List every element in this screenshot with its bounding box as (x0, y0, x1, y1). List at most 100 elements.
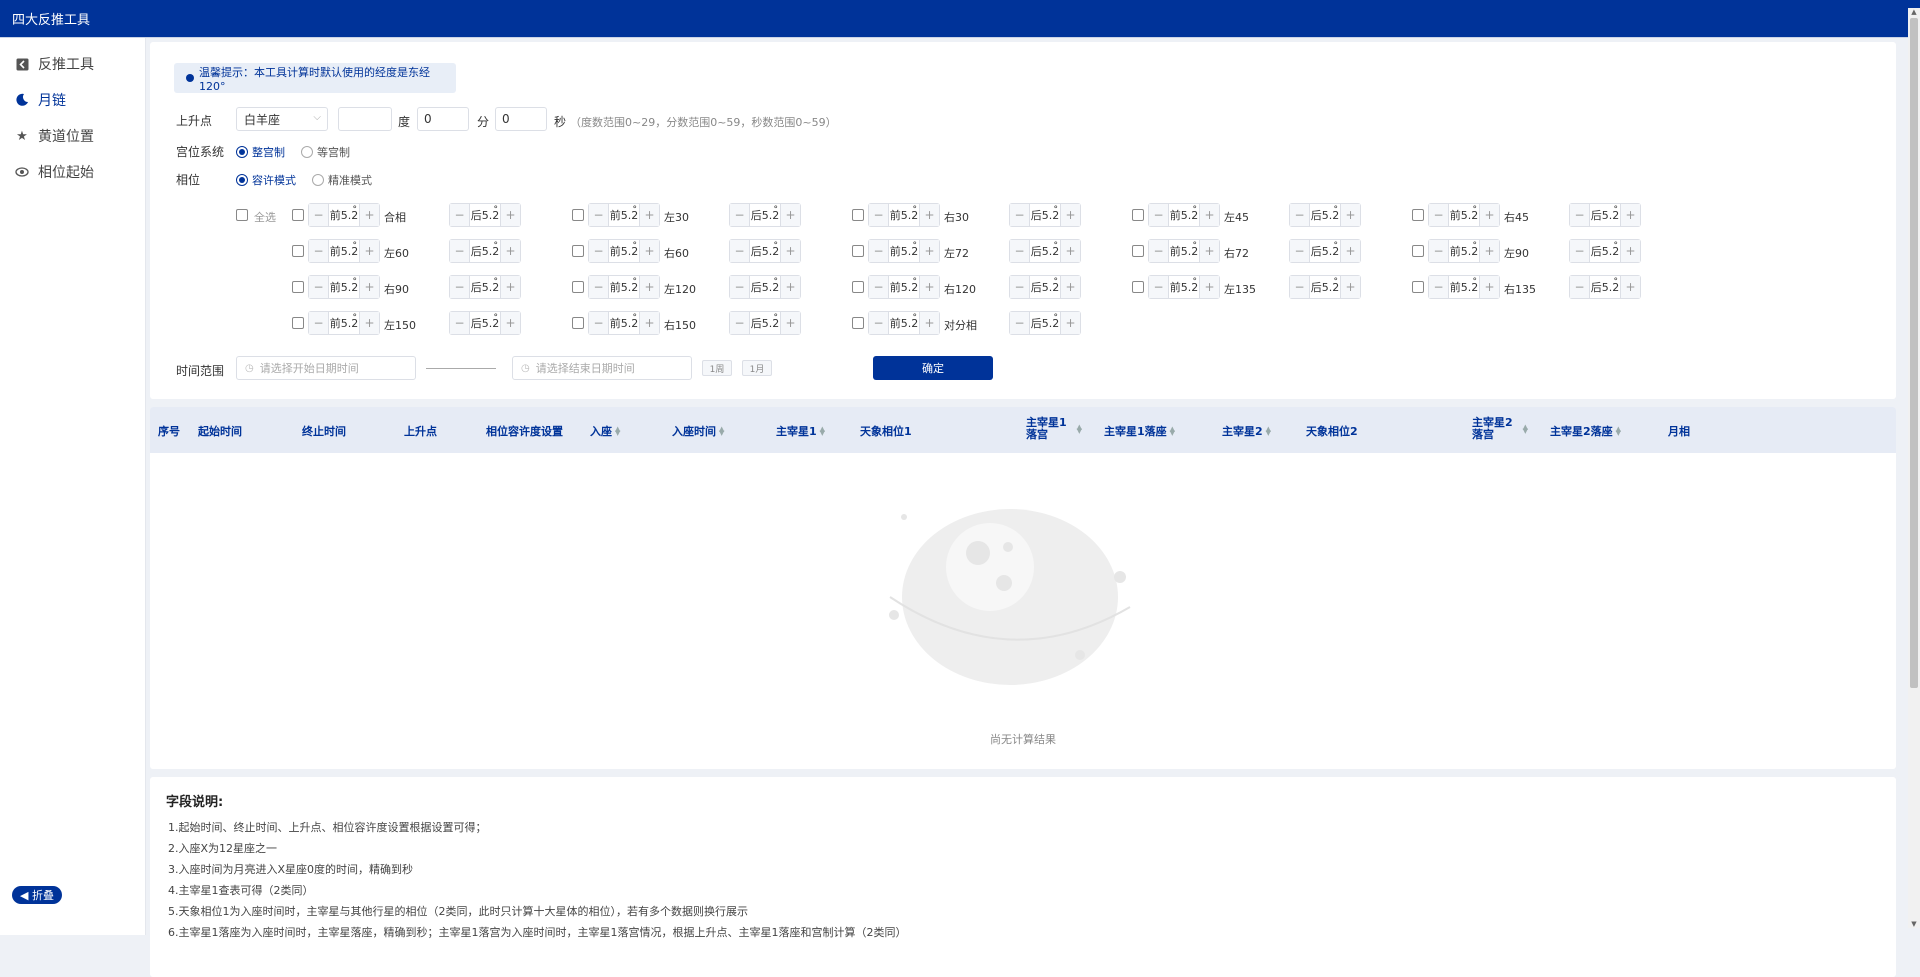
front-orb-stepper[interactable]: − 前5.2 ° + (868, 203, 940, 227)
aspect-checkbox[interactable] (292, 281, 304, 293)
vertical-scrollbar[interactable]: ▲ ▼ (1908, 8, 1920, 928)
minus-icon[interactable]: − (869, 276, 889, 298)
plus-icon[interactable]: + (1199, 240, 1219, 262)
back-orb-stepper[interactable]: − 后5.2 ° + (449, 239, 521, 263)
minus-icon[interactable]: − (1429, 240, 1449, 262)
minus-icon[interactable]: − (589, 240, 609, 262)
minus-icon[interactable]: − (1010, 312, 1030, 334)
minus-icon[interactable]: − (309, 204, 329, 226)
minus-icon[interactable]: − (1010, 204, 1030, 226)
column-header-sortable[interactable]: 主宰星2落座 ▲ ▼ (1550, 423, 1621, 439)
plus-icon[interactable]: + (1340, 240, 1360, 262)
minus-icon[interactable]: − (1570, 204, 1590, 226)
front-orb-stepper[interactable]: − 前5.2 ° + (868, 311, 940, 335)
minus-icon[interactable]: − (450, 240, 470, 262)
plus-icon[interactable]: + (359, 312, 379, 334)
minus-icon[interactable]: − (309, 312, 329, 334)
scroll-down-icon[interactable]: ▼ (1910, 920, 1918, 928)
plus-icon[interactable]: + (639, 276, 659, 298)
aspect-checkbox[interactable] (852, 245, 864, 257)
plus-icon[interactable]: + (1620, 276, 1640, 298)
minus-icon[interactable]: − (869, 312, 889, 334)
minus-icon[interactable]: − (1010, 276, 1030, 298)
second-input[interactable]: 0 (495, 107, 547, 131)
aspect-checkbox[interactable] (1132, 245, 1144, 257)
house-radio-whole[interactable]: 整宫制 (236, 144, 285, 160)
scrollbar-thumb[interactable] (1910, 18, 1918, 688)
column-header[interactable]: 上升点 (404, 423, 437, 439)
front-orb-stepper[interactable]: − 前5.2 ° + (1428, 275, 1500, 299)
front-orb-stepper[interactable]: − 前5.2 ° + (1428, 203, 1500, 227)
back-orb-stepper[interactable]: − 后5.2 ° + (1289, 275, 1361, 299)
column-header-sortable[interactable]: 主宰星2 ▲ ▼ (1222, 423, 1271, 439)
aspect-checkbox[interactable] (1412, 281, 1424, 293)
front-orb-stepper[interactable]: − 前5.2 ° + (308, 203, 380, 227)
front-orb-stepper[interactable]: − 前5.2 ° + (588, 275, 660, 299)
front-orb-stepper[interactable]: − 前5.2 ° + (1428, 239, 1500, 263)
plus-icon[interactable]: + (500, 240, 520, 262)
aspect-radio-tolerance[interactable]: 容许模式 (236, 172, 296, 188)
plus-icon[interactable]: + (780, 276, 800, 298)
plus-icon[interactable]: + (1479, 204, 1499, 226)
aspect-checkbox[interactable] (292, 245, 304, 257)
confirm-button[interactable]: 确定 (873, 356, 993, 380)
front-orb-stepper[interactable]: − 前5.2 ° + (1148, 203, 1220, 227)
column-header[interactable]: 月相 (1668, 423, 1690, 439)
sidebar-item-moon-chain[interactable]: 月链 (0, 82, 145, 118)
minus-icon[interactable]: − (1010, 240, 1030, 262)
collapse-button[interactable]: ◀ 折叠 (12, 886, 62, 904)
minus-icon[interactable]: − (589, 312, 609, 334)
back-orb-stepper[interactable]: − 后5.2 ° + (1009, 311, 1081, 335)
front-orb-stepper[interactable]: − 前5.2 ° + (588, 239, 660, 263)
house-radio-equal[interactable]: 等宫制 (301, 144, 350, 160)
column-header-sortable[interactable]: 入座 ▲ ▼ (590, 423, 620, 439)
column-header[interactable]: 起始时间 (198, 423, 242, 439)
aspect-checkbox[interactable] (852, 281, 864, 293)
aspect-checkbox[interactable] (572, 317, 584, 329)
back-orb-stepper[interactable]: − 后5.2 ° + (729, 311, 801, 335)
minus-icon[interactable]: − (1149, 240, 1169, 262)
plus-icon[interactable]: + (500, 204, 520, 226)
front-orb-stepper[interactable]: − 前5.2 ° + (308, 275, 380, 299)
plus-icon[interactable]: + (500, 276, 520, 298)
aspect-checkbox[interactable] (572, 281, 584, 293)
back-orb-stepper[interactable]: − 后5.2 ° + (1569, 275, 1641, 299)
back-orb-stepper[interactable]: − 后5.2 ° + (1009, 275, 1081, 299)
aspect-checkbox[interactable] (1132, 281, 1144, 293)
plus-icon[interactable]: + (1620, 240, 1640, 262)
column-header-sortable[interactable]: 入座时间 ▲ ▼ (672, 423, 724, 439)
sidebar-item-reverse-tool[interactable]: 反推工具 (0, 46, 145, 82)
front-orb-stepper[interactable]: − 前5.2 ° + (1148, 239, 1220, 263)
plus-icon[interactable]: + (780, 204, 800, 226)
back-orb-stepper[interactable]: − 后5.2 ° + (449, 203, 521, 227)
plus-icon[interactable]: + (1199, 276, 1219, 298)
sidebar-item-ecliptic-position[interactable]: ★ 黄道位置 (0, 118, 145, 154)
back-orb-stepper[interactable]: − 后5.2 ° + (1009, 239, 1081, 263)
back-orb-stepper[interactable]: − 后5.2 ° + (449, 275, 521, 299)
plus-icon[interactable]: + (919, 240, 939, 262)
front-orb-stepper[interactable]: − 前5.2 ° + (1148, 275, 1220, 299)
minus-icon[interactable]: − (1429, 276, 1449, 298)
back-orb-stepper[interactable]: − 后5.2 ° + (1569, 203, 1641, 227)
aspect-checkbox[interactable] (852, 209, 864, 221)
minus-icon[interactable]: − (1570, 276, 1590, 298)
minus-icon[interactable]: − (1290, 204, 1310, 226)
ascendant-sign-select[interactable]: 白羊座 ⌵ (236, 107, 328, 131)
plus-icon[interactable]: + (780, 240, 800, 262)
plus-icon[interactable]: + (359, 204, 379, 226)
front-orb-stepper[interactable]: − 前5.2 ° + (308, 311, 380, 335)
column-header[interactable]: 序号 (158, 423, 180, 439)
end-datetime-input[interactable]: ◷ 请选择结束日期时间 (512, 356, 692, 380)
minus-icon[interactable]: − (1149, 204, 1169, 226)
minus-icon[interactable]: − (730, 204, 750, 226)
plus-icon[interactable]: + (1340, 204, 1360, 226)
plus-icon[interactable]: + (359, 240, 379, 262)
minus-icon[interactable]: − (450, 312, 470, 334)
plus-icon[interactable]: + (919, 312, 939, 334)
column-header-sortable[interactable]: 主宰星1落宫 ▲ ▼ (1026, 417, 1082, 441)
back-orb-stepper[interactable]: − 后5.2 ° + (729, 239, 801, 263)
front-orb-stepper[interactable]: − 前5.2 ° + (588, 203, 660, 227)
aspect-checkbox[interactable] (292, 209, 304, 221)
column-header-sortable[interactable]: 主宰星1 ▲ ▼ (776, 423, 825, 439)
minus-icon[interactable]: − (730, 276, 750, 298)
